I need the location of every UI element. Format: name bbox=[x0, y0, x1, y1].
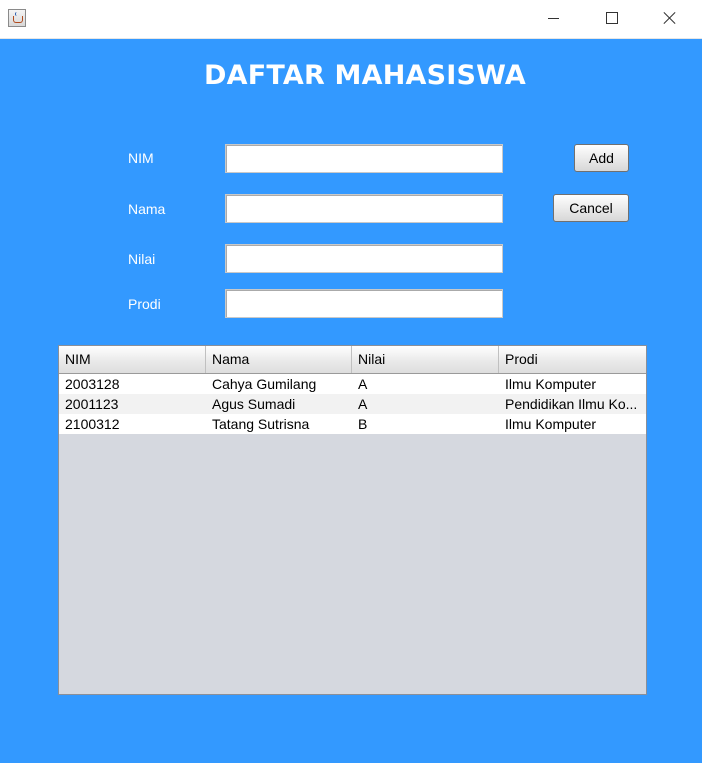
cell-nilai: A bbox=[358, 376, 368, 392]
cell-nilai: B bbox=[358, 416, 368, 432]
close-icon bbox=[663, 11, 677, 25]
column-header-nim[interactable]: NIM bbox=[59, 346, 206, 373]
table-row[interactable]: 2100312 Tatang Sutrisna B Ilmu Komputer bbox=[59, 414, 646, 434]
cell-nama: Agus Sumadi bbox=[212, 396, 296, 412]
page-title: DAFTAR MAHASISWA bbox=[203, 60, 527, 91]
nilai-input[interactable] bbox=[225, 244, 503, 273]
close-button[interactable] bbox=[641, 0, 699, 38]
cell-nilai: A bbox=[358, 396, 368, 412]
minimize-icon bbox=[548, 18, 559, 19]
cell-prodi: Ilmu Komputer bbox=[505, 376, 597, 392]
table-row[interactable]: 2003128 Cahya Gumilang A Ilmu Komputer bbox=[59, 374, 646, 394]
column-header-nilai[interactable]: Nilai bbox=[352, 346, 499, 373]
nim-label: NIM bbox=[128, 150, 154, 166]
cell-nim: 2100312 bbox=[65, 416, 120, 432]
table-header: NIM Nama Nilai Prodi bbox=[59, 346, 646, 374]
add-button[interactable]: Add bbox=[574, 144, 629, 172]
column-header-nama[interactable]: Nama bbox=[206, 346, 352, 373]
cancel-button[interactable]: Cancel bbox=[553, 194, 629, 222]
table-row[interactable]: 2001123 Agus Sumadi A Pendidikan Ilmu Ko… bbox=[59, 394, 646, 414]
student-table[interactable]: NIM Nama Nilai Prodi 2003128 Cahya Gumil… bbox=[58, 345, 647, 695]
nama-label: Nama bbox=[128, 201, 166, 217]
maximize-button[interactable] bbox=[583, 0, 641, 38]
column-header-prodi[interactable]: Prodi bbox=[499, 346, 646, 373]
cell-nim: 2003128 bbox=[65, 376, 120, 392]
app-window: DAFTAR MAHASISWA NIM Nama Nilai Prodi Ad… bbox=[0, 0, 702, 763]
prodi-input[interactable] bbox=[225, 289, 503, 318]
nama-input[interactable] bbox=[225, 194, 503, 223]
cell-prodi: Pendidikan Ilmu Ko... bbox=[505, 396, 638, 412]
cell-nim: 2001123 bbox=[65, 396, 119, 412]
cell-nama: Tatang Sutrisna bbox=[212, 416, 310, 432]
cell-prodi: Ilmu Komputer bbox=[505, 416, 597, 432]
prodi-label: Prodi bbox=[128, 296, 161, 312]
nilai-label: Nilai bbox=[128, 251, 156, 267]
minimize-button[interactable] bbox=[525, 0, 583, 38]
maximize-icon bbox=[606, 12, 618, 24]
nim-input[interactable] bbox=[225, 144, 503, 173]
java-icon[interactable] bbox=[8, 9, 26, 27]
cell-nama: Cahya Gumilang bbox=[212, 376, 317, 392]
title-bar[interactable] bbox=[0, 0, 702, 39]
